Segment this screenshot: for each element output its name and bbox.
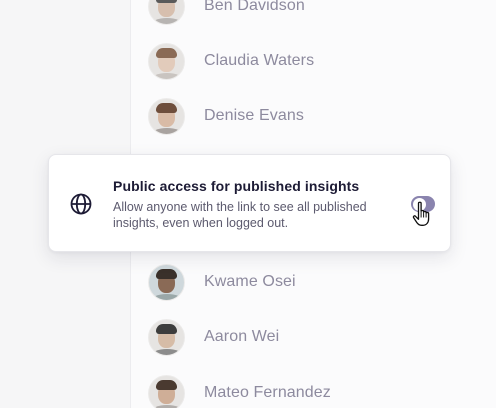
avatar (148, 42, 185, 80)
person-name: Mateo Fernandez (204, 384, 331, 401)
person-name: Ben Davidson (204, 0, 305, 14)
globe-icon (70, 193, 92, 215)
person-name: Kwame Osei (204, 273, 296, 290)
avatar (148, 318, 185, 356)
list-item[interactable]: Aaron Wei (148, 317, 279, 357)
avatar (148, 374, 185, 408)
setting-title: Public access for published insights (113, 178, 360, 194)
person-name: Aaron Wei (204, 328, 280, 345)
setting-description: Allow anyone with the link to see all pu… (113, 200, 367, 230)
list-item[interactable]: Denise Evans (148, 96, 304, 136)
public-access-setting-card: Public access for published insights All… (48, 154, 451, 252)
avatar (148, 97, 185, 135)
person-name: Denise Evans (204, 107, 304, 124)
list-item[interactable]: Mateo Fernandez (148, 373, 331, 408)
avatar (148, 263, 185, 301)
list-item[interactable]: Kwame Osei (148, 262, 296, 302)
person-name: Claudia Waters (204, 52, 315, 69)
avatar (148, 0, 185, 25)
list-item[interactable]: Ben Davidson (148, 0, 305, 26)
hand-pointer-icon (412, 201, 430, 226)
list-item[interactable]: Claudia Waters (148, 41, 314, 81)
